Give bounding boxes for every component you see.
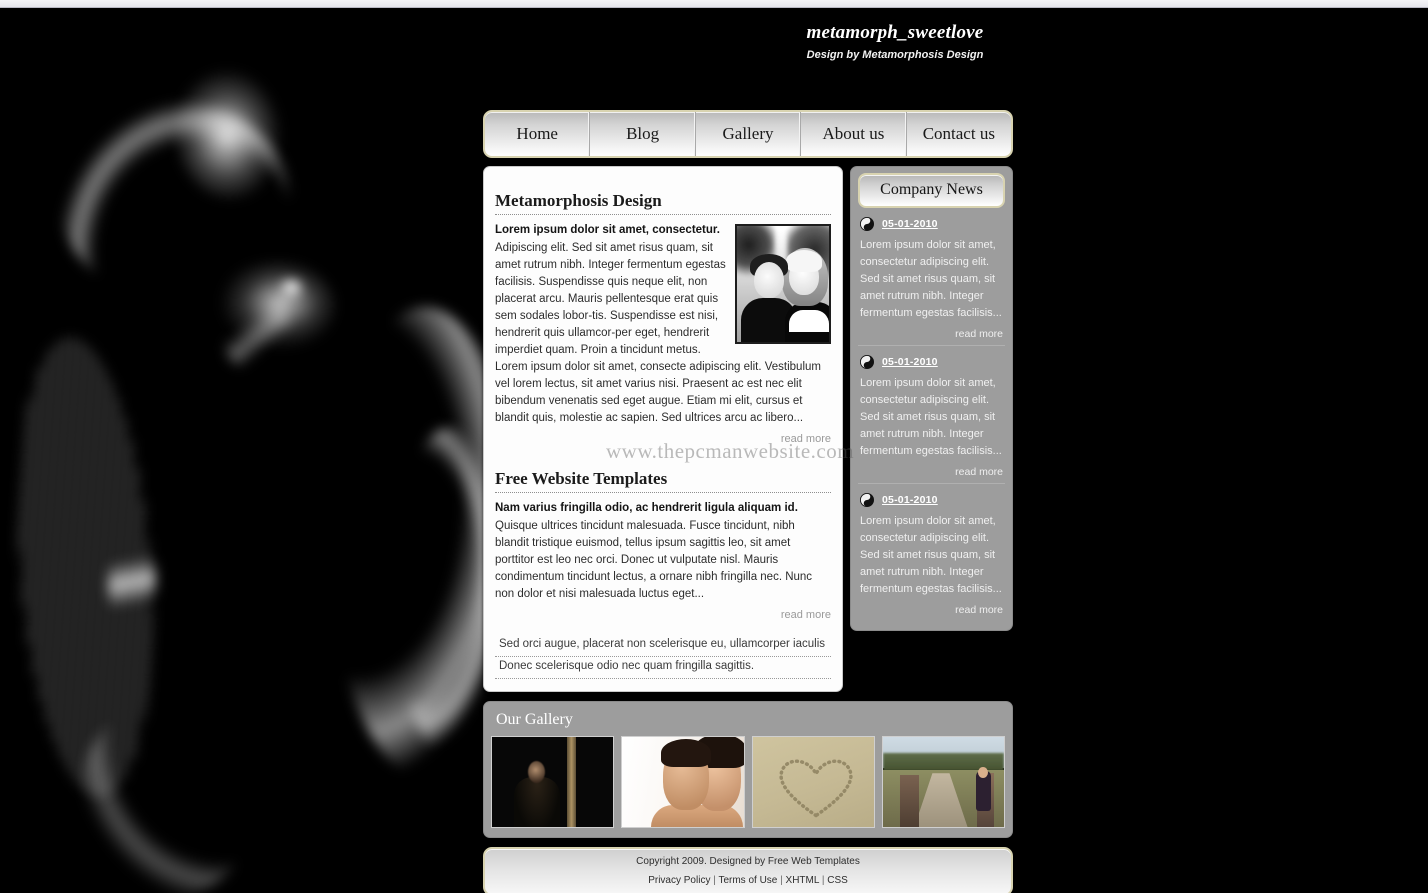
bg-hair-flick-highlight — [108, 527, 156, 637]
post-image-couple — [735, 224, 831, 345]
news-item: 05-01-2010 Lorem ipsum dolor sit amet, c… — [858, 484, 1005, 621]
nav-item-gallery[interactable]: Gallery — [696, 112, 802, 156]
news-item-header: 05-01-2010 — [860, 355, 1003, 369]
gallery-thumb-couple-embracing[interactable] — [621, 736, 745, 829]
footer-separator: | — [713, 875, 716, 887]
main-wrapper: Home Blog Gallery About us Contact us ww… — [483, 110, 1013, 893]
nav-item-home[interactable]: Home — [485, 112, 591, 156]
footer-separator: | — [780, 875, 783, 887]
post-read-more-link[interactable]: read more — [495, 433, 831, 445]
news-item-header: 05-01-2010 — [860, 217, 1003, 231]
yin-yang-icon — [860, 217, 874, 231]
post-image-top-right — [789, 310, 829, 333]
thumb2-shoulders — [651, 805, 744, 828]
news-item: 05-01-2010 Lorem ipsum dolor sit amet, c… — [858, 208, 1005, 346]
news-item-date[interactable]: 05-01-2010 — [882, 218, 938, 230]
post-image-hair-right-front — [786, 250, 822, 273]
sidebar-title: Company News — [858, 173, 1005, 208]
bg-head-highlight — [175, 59, 290, 199]
content-panel: www.thepcmanwebsite.com Metamorphosis De… — [483, 166, 854, 693]
news-item-date[interactable]: 05-01-2010 — [882, 356, 938, 368]
news-item-read-more-link[interactable]: read more — [860, 466, 1003, 478]
footer-links: Privacy Policy | Terms of Use | XHTML | … — [485, 875, 1011, 886]
post-title: Metamorphosis Design — [495, 191, 831, 216]
body-row: www.thepcmanwebsite.com Metamorphosis De… — [483, 166, 1013, 693]
list-item[interactable]: Donec scelerisque odio nec quam fringill… — [495, 657, 831, 680]
news-item-text: Lorem ipsum dolor sit amet, consectetur … — [860, 377, 1002, 457]
post-title: Free Website Templates — [495, 469, 831, 494]
footer-copyright: Copyright 2009. Designed by Free Web Tem… — [636, 856, 860, 868]
thumb4-rail-left — [899, 775, 920, 828]
sidebar-company-news: Company News 05-01-2010 Lorem ipsum dolo… — [850, 166, 1013, 631]
post-image-head-left — [754, 262, 784, 299]
post-free-website-templates: Free Website Templates Nam varius fringi… — [495, 469, 831, 621]
nav-item-contact-us[interactable]: Contact us — [907, 112, 1011, 156]
nav-item-blog[interactable]: Blog — [590, 112, 696, 156]
bg-chest-highlight — [215, 262, 335, 352]
news-item-text: Lorem ipsum dolor sit amet, consectetur … — [860, 239, 1002, 319]
thumb1-figure-face — [528, 760, 546, 783]
thumb2-hair-left — [661, 739, 712, 768]
footer-separator: | — [821, 875, 825, 887]
gallery-thumb-man-in-dark-doorway[interactable] — [491, 736, 615, 829]
nav-item-about-us[interactable]: About us — [801, 112, 907, 156]
gallery-thumbs — [491, 736, 1005, 829]
post-body: Quisque ultrices tincidunt malesuada. Fu… — [495, 520, 813, 601]
bg-bead-highlight — [283, 281, 300, 294]
post-lead: Nam varius fringilla odio, ac hendrerit … — [495, 502, 798, 515]
main-navigation: Home Blog Gallery About us Contact us — [483, 110, 1013, 158]
site-footer: Copyright 2009. Designed by Free Web Tem… — [483, 847, 1013, 893]
thumb1-figure-body — [513, 776, 560, 828]
gallery-thumb-woman-on-bridge[interactable] — [881, 736, 1005, 829]
news-item-read-more-link[interactable]: read more — [860, 328, 1003, 340]
gallery-panel: Our Gallery — [483, 701, 1013, 839]
footer-link-xhtml[interactable]: XHTML — [786, 875, 820, 886]
yin-yang-icon — [860, 355, 874, 369]
site-tagline: Design by Metamorphosis Design — [806, 49, 984, 61]
post-metamorphosis-design: Metamorphosis Design Lorem ipsum dolor s… — [495, 191, 831, 445]
news-item-header: 05-01-2010 — [860, 493, 1003, 507]
fact-list: Sed orci augue, placerat non scelerisque… — [495, 635, 831, 680]
yin-yang-icon — [860, 493, 874, 507]
bg-hip-curve-highlight — [80, 697, 260, 893]
thumb1-door-edge — [567, 737, 577, 828]
post-read-more-link[interactable]: read more — [495, 609, 831, 621]
site-title: metamorph_sweetlove — [806, 22, 984, 43]
browser-top-strip — [0, 0, 1428, 8]
heart-icon — [779, 759, 853, 819]
news-item-read-more-link[interactable]: read more — [860, 604, 1003, 616]
news-item: 05-01-2010 Lorem ipsum dolor sit amet, c… — [858, 346, 1005, 484]
footer-link-terms-of-use[interactable]: Terms of Use — [718, 875, 777, 886]
page-root: metamorph_sweetlove Design by Metamorpho… — [0, 0, 1428, 893]
footer-link-privacy-policy[interactable]: Privacy Policy — [648, 875, 710, 886]
news-item-text: Lorem ipsum dolor sit amet, consectetur … — [860, 515, 1002, 595]
footer-link-css[interactable]: CSS — [827, 875, 848, 886]
site-header: metamorph_sweetlove Design by Metamorpho… — [770, 22, 1020, 61]
background-artwork-couple-silhouette — [0, 7, 500, 893]
gallery-thumb-heart-in-sand[interactable] — [751, 736, 875, 829]
news-item-date[interactable]: 05-01-2010 — [882, 494, 938, 506]
gallery-title: Our Gallery — [496, 711, 573, 729]
page-left-edge — [0, 7, 6, 893]
list-item[interactable]: Sed orci augue, placerat non scelerisque… — [495, 635, 831, 658]
